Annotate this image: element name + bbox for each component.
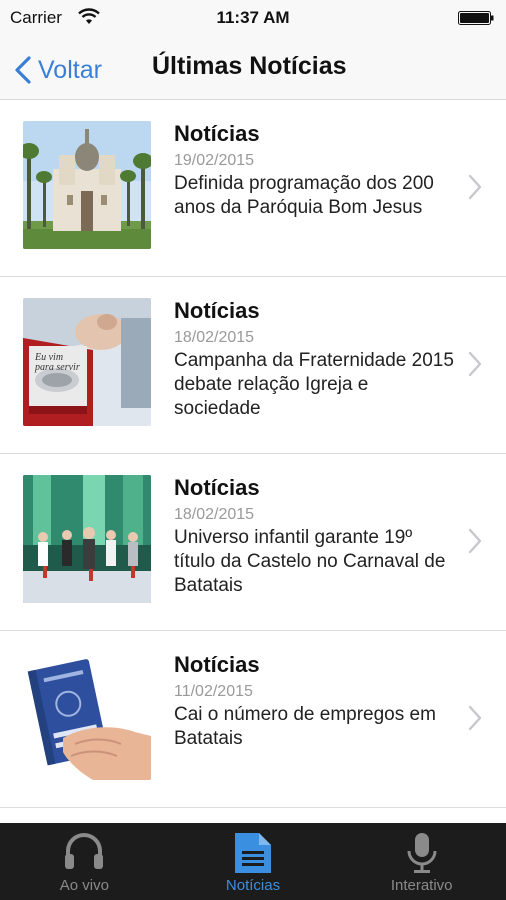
svg-text:para servir: para servir <box>34 362 80 373</box>
tab-noticias[interactable]: Notícias <box>169 823 338 900</box>
news-list: Notícias 19/02/2015 Definida programação… <box>0 100 506 808</box>
microphone-icon <box>407 833 437 873</box>
chevron-right-icon <box>468 528 482 554</box>
news-category: Notícias <box>174 298 260 323</box>
campaign-poster-photo: Eu vim para servir <box>23 298 151 426</box>
news-category: Notícias <box>174 652 260 677</box>
headphones-icon <box>65 833 104 869</box>
news-item[interactable]: Eu vim para servir Notícias 18/02/2015 C… <box>0 277 506 454</box>
news-headline: Cai o número de empregos em Batatais <box>174 704 436 749</box>
news-item[interactable]: Notícias 11/02/2015 Cai o número de empr… <box>0 631 506 808</box>
news-item[interactable]: Notícias 19/02/2015 Definida programação… <box>0 100 506 277</box>
news-date: 18/02/2015 <box>174 506 255 523</box>
news-item-text: Notícias 19/02/2015 Definida programação… <box>174 120 454 220</box>
news-headline: Definida programação dos 200 anos da Par… <box>174 173 434 218</box>
document-icon <box>235 833 271 873</box>
news-date: 19/02/2015 <box>174 152 255 169</box>
status-bar: Carrier 11:37 AM <box>0 0 506 36</box>
chevron-right-icon <box>468 174 482 200</box>
news-item[interactable]: Notícias 18/02/2015 Universo infantil ga… <box>0 454 506 631</box>
chevron-right-icon <box>468 351 482 377</box>
news-item-text: Notícias 18/02/2015 Universo infantil ga… <box>174 474 454 598</box>
church-photo <box>23 121 151 249</box>
tab-ao-vivo[interactable]: Ao vivo <box>0 823 169 900</box>
battery-icon <box>458 11 494 25</box>
news-headline: Campanha da Fraternidade 2015 debate rel… <box>174 350 454 419</box>
chevron-left-icon <box>15 56 31 84</box>
tab-interativo[interactable]: Interativo <box>337 823 506 900</box>
news-item-text: Notícias 18/02/2015 Campanha da Fraterni… <box>174 297 454 421</box>
work-card-photo <box>23 652 151 780</box>
navigation-bar: Voltar Últimas Notícias <box>0 36 506 100</box>
back-button[interactable]: Voltar <box>14 50 102 90</box>
news-headline: Universo infantil garante 19º título da … <box>174 527 446 596</box>
chevron-right-icon <box>468 705 482 731</box>
news-item-text: Notícias 11/02/2015 Cai o número de empr… <box>174 651 454 751</box>
news-date: 11/02/2015 <box>174 683 253 700</box>
tab-label: Ao vivo <box>59 877 109 894</box>
news-category: Notícias <box>174 121 260 146</box>
status-time: 11:37 AM <box>216 8 290 27</box>
tab-label: Notícias <box>225 877 281 894</box>
back-button-label: Voltar <box>38 55 102 84</box>
carnival-parade-photo <box>23 475 151 603</box>
news-category: Notícias <box>174 475 260 500</box>
tab-label: Interativo <box>390 877 453 894</box>
news-date: 18/02/2015 <box>174 329 255 346</box>
tab-bar: Ao vivo Notícias Interativo <box>0 823 506 900</box>
page-title: Últimas Notícias <box>152 52 347 80</box>
